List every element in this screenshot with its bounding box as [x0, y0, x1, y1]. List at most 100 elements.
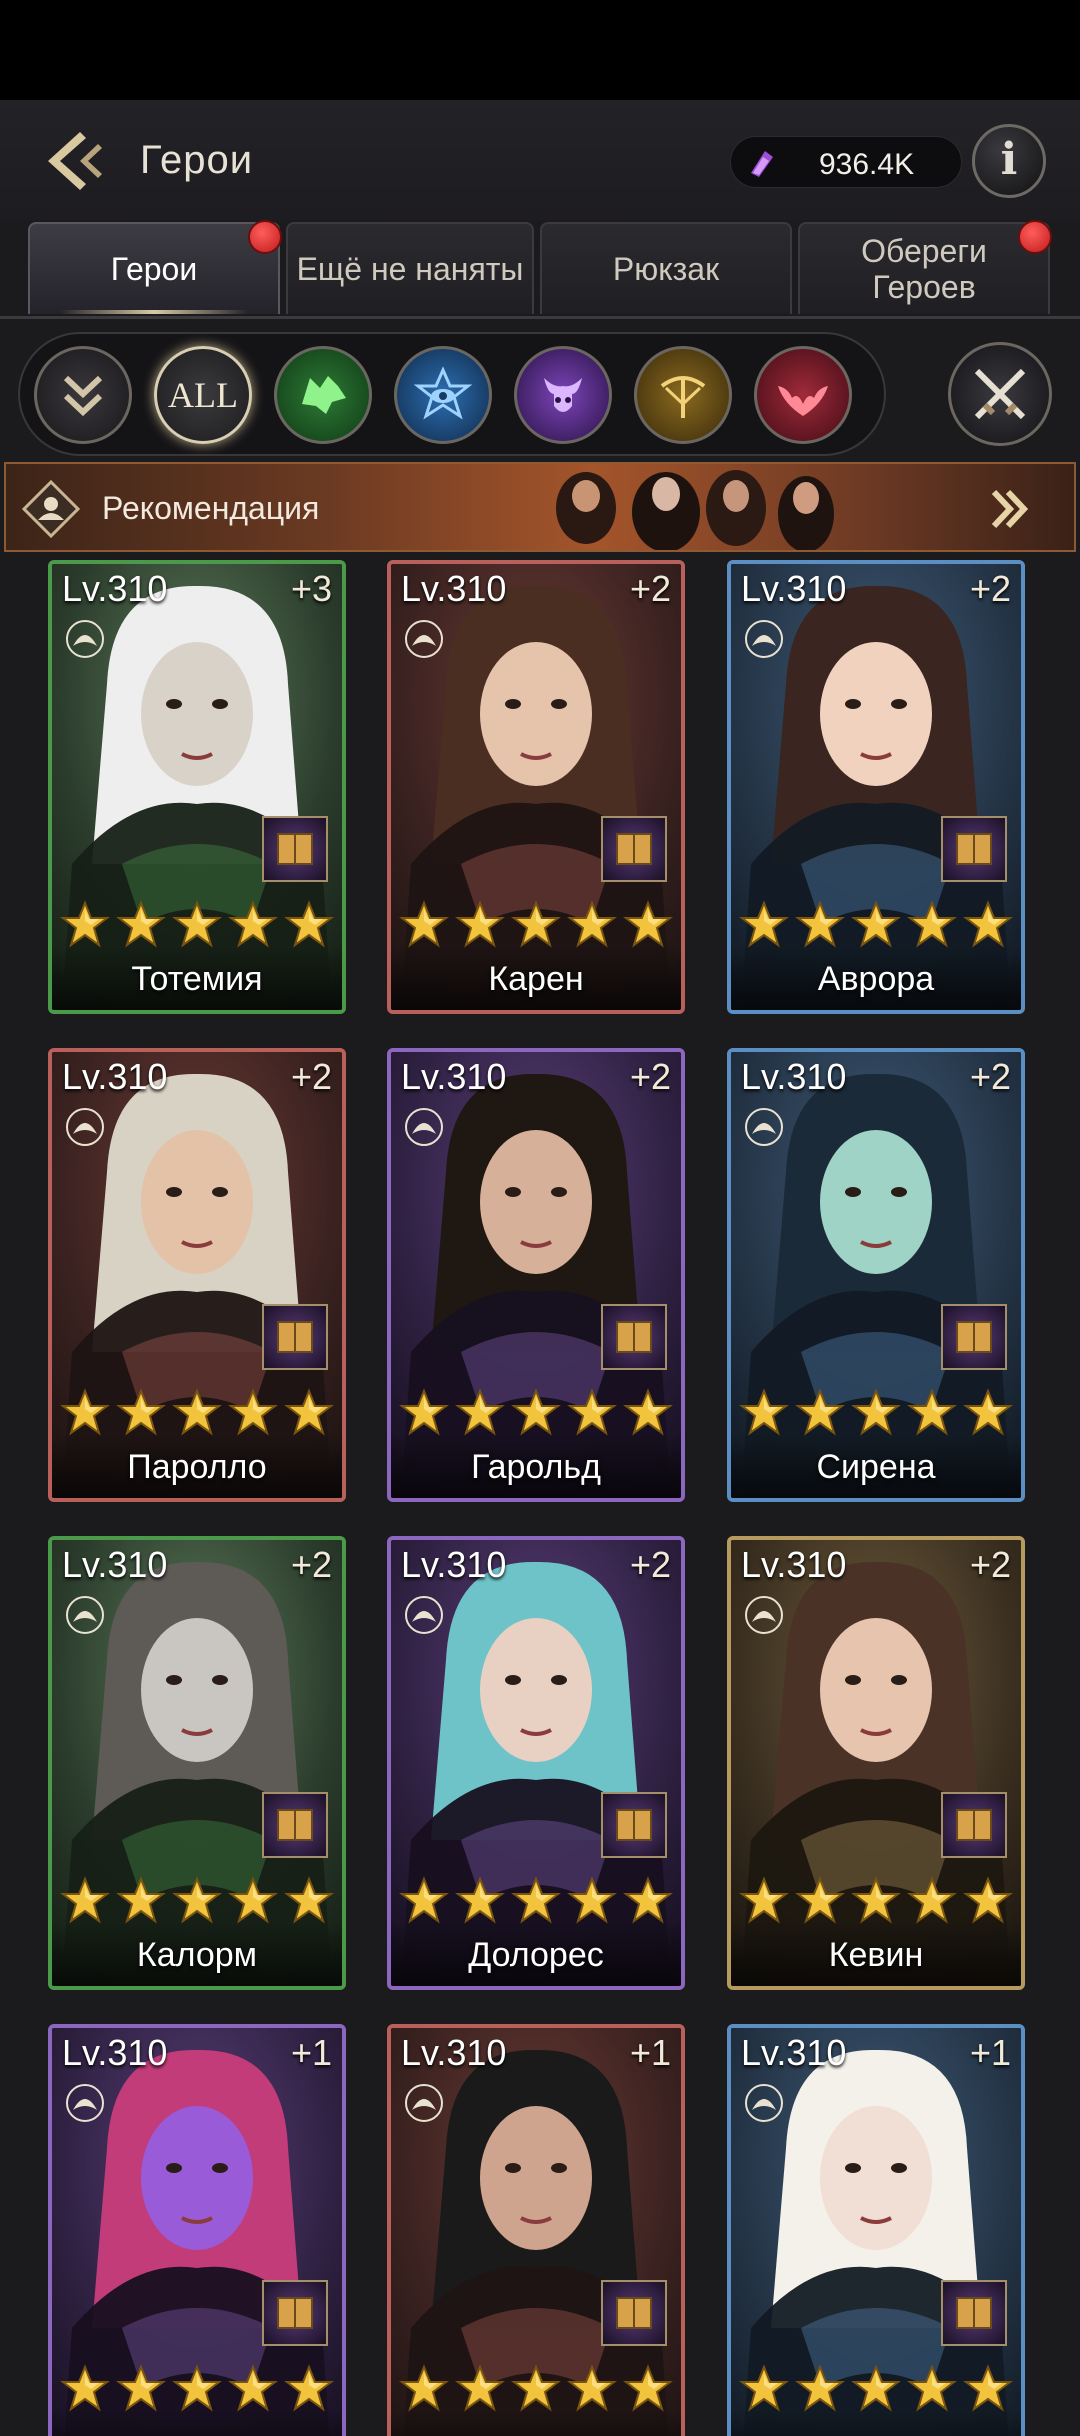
- star-icon: [455, 1388, 505, 1436]
- equipment-item-icon[interactable]: [262, 2280, 328, 2346]
- star-icon: [455, 1876, 505, 1924]
- hero-name: Сирена: [816, 1448, 936, 1486]
- star-icon: [399, 1388, 449, 1436]
- filter-demon-button[interactable]: [514, 346, 612, 444]
- star-icon: [511, 1876, 561, 1924]
- star-icon: [60, 1876, 110, 1924]
- star-icon: [60, 2364, 110, 2412]
- star-rating: [399, 1876, 673, 1926]
- star-rating: [60, 900, 334, 950]
- eye-star-icon: [413, 366, 473, 420]
- equipment-item-icon[interactable]: [262, 1304, 328, 1370]
- hero-card[interactable]: Lv.310 +1: [727, 2024, 1025, 2436]
- hero-card[interactable]: Lv.310 +1: [387, 2024, 685, 2436]
- hero-level: Lv.310: [401, 568, 507, 609]
- back-arrow-icon[interactable]: [40, 126, 110, 196]
- star-rating: [739, 900, 1013, 950]
- faction-icon: [66, 620, 104, 658]
- hero-card[interactable]: Lv.310 +3 Тотемия: [48, 560, 346, 1014]
- notification-dot: [1018, 220, 1052, 254]
- faction-filter-bar: ALL: [18, 332, 886, 456]
- filter-wolf-button[interactable]: [274, 346, 372, 444]
- hero-level: Lv.310: [401, 1544, 507, 1585]
- star-rating: [60, 1876, 334, 1926]
- hero-promotion: +2: [290, 1544, 332, 1585]
- faction-icon: [405, 2084, 443, 2122]
- equipment-item-icon[interactable]: [601, 2280, 667, 2346]
- equipment-item-icon[interactable]: [941, 2280, 1007, 2346]
- equipment-item-icon[interactable]: [941, 816, 1007, 882]
- hero-card[interactable]: Lv.310 +2: [387, 1536, 685, 1990]
- page-title: Герои: [140, 138, 254, 182]
- double-chevron-down-icon: [63, 375, 103, 417]
- tab-not-hired[interactable]: Ещё не наняты: [286, 222, 534, 314]
- hero-level: Lv.310: [62, 1056, 168, 1097]
- star-icon: [567, 2364, 617, 2412]
- hero-promotion: +2: [969, 1056, 1011, 1097]
- star-icon: [228, 900, 278, 948]
- star-icon: [795, 1876, 845, 1924]
- info-button[interactable]: i: [972, 124, 1046, 198]
- tab-divider: [0, 316, 1080, 319]
- recommendation-banner[interactable]: Рекомендация: [4, 462, 1076, 552]
- equipment-item-icon[interactable]: [262, 816, 328, 882]
- faction-icon: [745, 2084, 783, 2122]
- hero-card[interactable]: Lv.310 +2: [387, 560, 685, 1014]
- hero-level: Lv.310: [62, 2032, 168, 2073]
- star-icon: [116, 900, 166, 948]
- equipment-item-icon[interactable]: [601, 816, 667, 882]
- hero-card[interactable]: Lv.310 +1: [48, 2024, 346, 2436]
- equipment-item-icon[interactable]: [601, 1304, 667, 1370]
- star-icon: [399, 900, 449, 948]
- tab-backpack[interactable]: Рюкзак: [540, 222, 792, 314]
- filter-all-label: ALL: [168, 375, 238, 415]
- hero-level: Lv.310: [62, 568, 168, 609]
- tab-label: Обереги Героев: [861, 233, 987, 305]
- equipment-item-icon[interactable]: [941, 1304, 1007, 1370]
- hero-card[interactable]: Lv.310 +2: [727, 1536, 1025, 1990]
- hero-name: Тотемия: [131, 960, 263, 998]
- star-icon: [399, 2364, 449, 2412]
- star-rating: [399, 900, 673, 950]
- equipment-item-icon[interactable]: [262, 1792, 328, 1858]
- crossed-swords-button[interactable]: [948, 342, 1052, 446]
- hero-card[interactable]: Lv.310 +2: [48, 1536, 346, 1990]
- filter-all-button[interactable]: ALL: [154, 346, 252, 444]
- star-icon: [851, 1876, 901, 1924]
- star-icon: [228, 1388, 278, 1436]
- currency-display[interactable]: 936.4K: [730, 136, 962, 188]
- star-icon: [567, 1388, 617, 1436]
- star-icon: [963, 1388, 1013, 1436]
- hero-level: Lv.310: [401, 1056, 507, 1097]
- star-icon: [623, 1876, 673, 1924]
- filter-crossbow-button[interactable]: [634, 346, 732, 444]
- hero-card[interactable]: Lv.310 +2: [727, 1048, 1025, 1502]
- hero-level: Lv.310: [741, 568, 847, 609]
- star-icon: [284, 1388, 334, 1436]
- status-bar: [0, 0, 1080, 100]
- faction-icon: [745, 1596, 783, 1634]
- faction-icon: [405, 1108, 443, 1146]
- equipment-item-icon[interactable]: [601, 1792, 667, 1858]
- star-icon: [172, 1876, 222, 1924]
- filter-bat-button[interactable]: [754, 346, 852, 444]
- expand-filters-button[interactable]: [34, 346, 132, 444]
- tab-hero-charms[interactable]: Обереги Героев: [798, 220, 1052, 314]
- star-icon: [851, 2364, 901, 2412]
- star-icon: [623, 1388, 673, 1436]
- star-icon: [511, 900, 561, 948]
- star-icon: [795, 900, 845, 948]
- filter-eye-button[interactable]: [394, 346, 492, 444]
- hero-card[interactable]: Lv.310 +2: [727, 560, 1025, 1014]
- hero-card[interactable]: Lv.310 +2: [48, 1048, 346, 1502]
- equipment-item-icon[interactable]: [941, 1792, 1007, 1858]
- star-rating: [399, 1388, 673, 1438]
- hero-card[interactable]: Lv.310 +2: [387, 1048, 685, 1502]
- star-rating: [739, 2364, 1013, 2414]
- faction-icon: [405, 1596, 443, 1634]
- star-rating: [60, 2364, 334, 2414]
- star-rating: [399, 2364, 673, 2414]
- star-icon: [284, 900, 334, 948]
- crossbow-icon: [660, 376, 706, 418]
- tab-heroes[interactable]: Герои: [28, 220, 282, 314]
